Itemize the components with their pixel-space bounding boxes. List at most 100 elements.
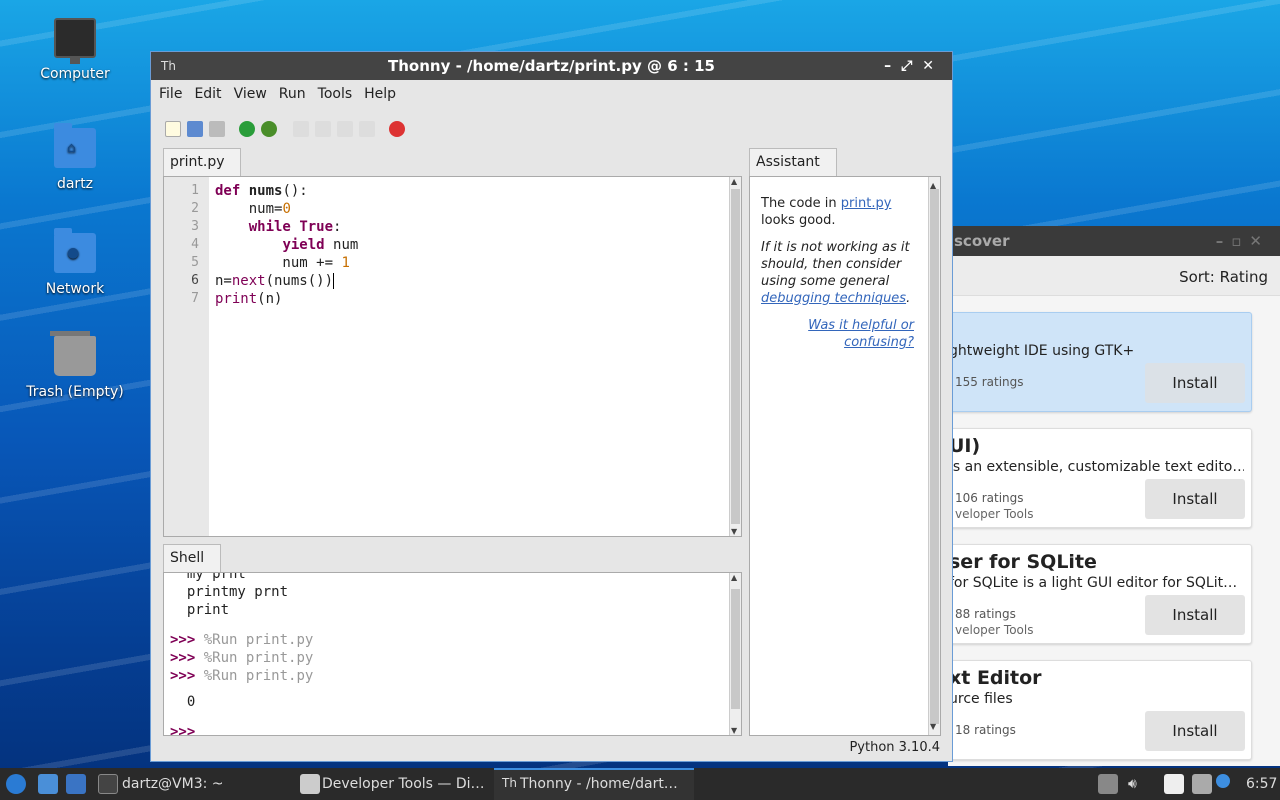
debug-icon[interactable] — [261, 121, 277, 137]
editor-scrollbar[interactable] — [729, 177, 741, 536]
start-menu-icon[interactable] — [6, 774, 26, 794]
save-file-icon[interactable] — [209, 121, 225, 137]
updates-icon[interactable] — [1216, 774, 1230, 788]
install-button[interactable]: Install — [1145, 363, 1245, 403]
new-file-icon[interactable] — [165, 121, 181, 137]
status-python-version[interactable]: Python 3.10.4 — [849, 740, 940, 755]
line-number: 6 — [191, 273, 199, 288]
taskbar-thonny[interactable]: Thonny - /home/dart… — [520, 776, 678, 792]
install-button[interactable]: Install — [1145, 595, 1245, 635]
app-title: ser for SQLite — [949, 551, 1097, 573]
display-icon[interactable] — [1192, 774, 1212, 794]
step-out-icon[interactable] — [337, 121, 353, 137]
app-ratings: 18 ratings — [955, 723, 1016, 737]
feedback-link[interactable]: Was it helpful or confusing? — [808, 318, 914, 350]
taskbar: dartz@VM3: ~ Developer Tools — Di… Th Th… — [0, 768, 1280, 800]
step-into-icon[interactable] — [315, 121, 331, 137]
shell-console[interactable]: my prnt printmy prnt print >>> %Run print… — [163, 572, 742, 736]
sort-button[interactable]: Sort: Rating — [1179, 268, 1268, 286]
shell-output-line: print — [186, 602, 230, 618]
install-button[interactable]: Install — [1145, 711, 1245, 751]
shell-command-line: >>> %Run print.py — [170, 668, 314, 684]
line-number: 7 — [191, 291, 199, 306]
app-card[interactable]: ghtweight IDE using GTK+ 155 ratings Ins… — [948, 312, 1252, 412]
menu-run[interactable]: Run — [279, 86, 306, 102]
stop-icon[interactable] — [389, 121, 405, 137]
assistant-panel: The code in print.py looks good. If it i… — [749, 176, 941, 736]
network-folder-icon: ● — [54, 228, 96, 273]
menu-help[interactable]: Help — [364, 86, 396, 102]
desktop-icon-trash[interactable]: Trash (Empty) — [20, 331, 130, 400]
taskbar-terminal[interactable]: dartz@VM3: ~ — [122, 776, 224, 792]
discover-titlebar: scover –▫✕ — [948, 226, 1280, 256]
assistant-message: The code in print.py looks good. — [761, 196, 892, 228]
app-card[interactable]: xt Editor urce files 18 ratings Install — [948, 660, 1252, 760]
terminal-icon[interactable] — [98, 774, 118, 794]
shell-output-line: printmy prnt — [186, 584, 289, 600]
menu-bar: File Edit View Run Tools Help — [151, 80, 952, 108]
window-controls-icon[interactable]: –▫✕ — [1216, 232, 1270, 250]
code-editor[interactable]: 1 2 3 4 5 6 7 def nums(): num=0 while True: yi… — [163, 176, 742, 537]
desktop-icon-network[interactable]: ● Network — [20, 228, 130, 297]
desktop-icon-label: Network — [45, 281, 105, 297]
app-category: veloper Tools — [955, 507, 1034, 521]
toolbar — [151, 108, 952, 142]
notifications-icon[interactable] — [1098, 774, 1118, 794]
install-button[interactable]: Install — [1145, 479, 1245, 519]
menu-view[interactable]: View — [234, 86, 267, 102]
desktop-icon-computer[interactable]: Computer — [20, 18, 130, 82]
app-description: urce files — [949, 691, 1013, 707]
line-numbers: 1 2 3 4 5 6 7 — [164, 177, 209, 536]
open-file-icon[interactable] — [187, 121, 203, 137]
app-card[interactable]: ser for SQLite for SQLite is a light GUI… — [948, 544, 1252, 644]
assistant-scrollbar[interactable] — [928, 177, 940, 735]
source-code[interactable]: def nums(): num=0 while True: yield num … — [215, 182, 358, 308]
desktop-icon[interactable] — [66, 774, 86, 794]
app-description: ghtweight IDE using GTK+ — [949, 343, 1135, 359]
tab-editor-print-py[interactable]: print.py × — [163, 148, 241, 185]
taskbar-discover[interactable]: Developer Tools — Di… — [322, 776, 485, 792]
window-title: Thonny - /home/dartz/print.py @ 6 : 15 — [388, 57, 715, 75]
shell-tab-label: Shell — [170, 550, 205, 566]
menu-file[interactable]: File — [159, 86, 182, 102]
run-icon[interactable] — [239, 121, 255, 137]
file-link[interactable]: print.py — [841, 196, 892, 211]
tab-assistant[interactable]: Assistant — [749, 148, 837, 176]
shell-command-line: >>> %Run print.py — [170, 650, 314, 666]
app-title: xt Editor — [949, 667, 1042, 689]
step-over-icon[interactable] — [293, 121, 309, 137]
line-number: 3 — [191, 219, 199, 234]
clipboard-icon[interactable] — [1164, 774, 1184, 794]
desktop-icon-home[interactable]: ⌂ dartz — [20, 123, 130, 192]
home-folder-icon: ⌂ — [54, 123, 96, 168]
line-number: 5 — [191, 255, 199, 270]
file-manager-icon[interactable] — [38, 774, 58, 794]
assistant-hint: If it is not working as it should, then … — [761, 240, 911, 306]
volume-icon[interactable]: 🔊︎ — [1128, 776, 1137, 792]
menu-edit[interactable]: Edit — [194, 86, 221, 102]
shell-output-line: my prnt — [186, 572, 246, 582]
menu-tools[interactable]: Tools — [318, 86, 353, 102]
app-description: is an extensible, customizable text edit… — [949, 459, 1244, 475]
desktop-icon-label: Trash (Empty) — [26, 384, 124, 400]
app-card[interactable]: UI) is an extensible, customizable text … — [948, 428, 1252, 528]
resume-icon[interactable] — [359, 121, 375, 137]
editor-tab-label: print.py — [170, 154, 225, 170]
clock[interactable]: 6:57 — [1246, 776, 1277, 792]
window-controls-icon[interactable]: –⤢✕ — [884, 52, 944, 80]
line-number: 4 — [191, 237, 199, 252]
app-ratings: 155 ratings — [955, 375, 1024, 389]
trash-icon — [50, 331, 96, 376]
shell-command-line: >>> %Run print.py — [170, 632, 314, 648]
discover-app-icon[interactable] — [300, 774, 320, 794]
app-category: veloper Tools — [955, 623, 1034, 637]
debugging-link[interactable]: debugging techniques — [761, 291, 906, 306]
thonny-titlebar: Th Thonny - /home/dartz/print.py @ 6 : 1… — [151, 52, 952, 80]
thonny-taskbar-logo-icon: Th — [502, 776, 517, 790]
shell-prompt[interactable]: >>> — [170, 723, 313, 735]
tab-shell[interactable]: Shell × — [163, 544, 221, 581]
line-number: 1 — [191, 183, 199, 198]
shell-output-line: 0 — [186, 694, 196, 710]
thonny-logo-icon: Th — [161, 59, 176, 73]
shell-scrollbar[interactable] — [729, 573, 741, 735]
